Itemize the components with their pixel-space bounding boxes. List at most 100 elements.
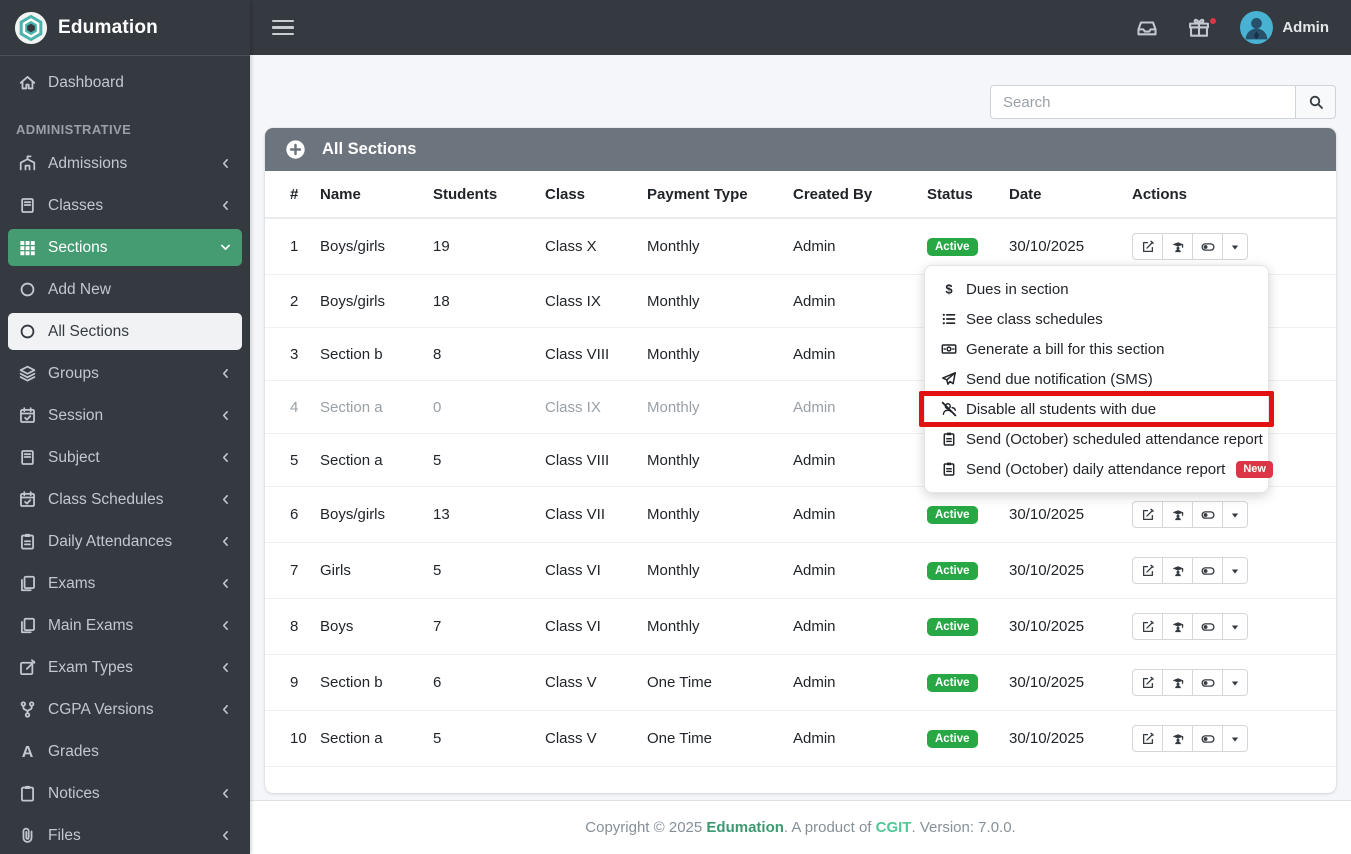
dropdown-menu-item[interactable]: See class schedules — [925, 304, 1268, 334]
students-button[interactable] — [1162, 233, 1192, 260]
cell-payment-type: Monthly — [647, 327, 793, 381]
user-name: Admin — [1282, 19, 1329, 36]
table-row: 8 Boys 7 Class VI Monthly Admin Active 3… — [265, 598, 1336, 655]
row-actions — [1132, 233, 1248, 260]
more-actions-button[interactable] — [1222, 233, 1248, 260]
toggle-icon — [1199, 506, 1216, 523]
more-actions-button[interactable] — [1222, 557, 1248, 584]
sidebar-item[interactable]: Session — [8, 397, 242, 434]
edit-section-button[interactable] — [1132, 557, 1162, 584]
edit-section-button[interactable] — [1132, 233, 1162, 260]
edit-icon — [1139, 506, 1156, 523]
status-badge: Active — [927, 238, 978, 256]
cell-payment-type: Monthly — [647, 542, 793, 599]
caret-down-icon — [1227, 506, 1244, 523]
cell-class: Class VII — [545, 486, 647, 543]
toggle-status-button[interactable] — [1192, 613, 1222, 640]
cell-name: Boys/girls — [320, 274, 433, 328]
edit-section-button[interactable] — [1132, 501, 1162, 528]
toggle-icon — [1199, 618, 1216, 635]
sidebar-item[interactable]: A Grades — [8, 733, 242, 770]
edit-section-button[interactable] — [1132, 613, 1162, 640]
sidebar-item[interactable]: Exams — [8, 565, 242, 602]
dropdown-menu-item[interactable]: Send due notification (SMS) — [925, 364, 1268, 394]
cell-created-by: Admin — [793, 598, 927, 655]
students-button[interactable] — [1162, 613, 1192, 640]
sidebar-item-icon — [18, 532, 37, 551]
toggle-status-button[interactable] — [1192, 501, 1222, 528]
sidebar-item-icon: A — [18, 742, 37, 761]
edit-section-button[interactable] — [1132, 725, 1162, 752]
footer-company: CGIT — [875, 819, 912, 836]
toggle-status-button[interactable] — [1192, 557, 1222, 584]
sidebar-item-icon — [18, 238, 37, 257]
cell-date: 30/10/2025 — [1009, 486, 1132, 543]
chevron-icon — [219, 283, 232, 296]
sidebar-item[interactable]: Classes — [8, 187, 242, 224]
sidebar-item[interactable]: Notices — [8, 775, 242, 812]
sidebar-item[interactable]: Exam Types — [8, 649, 242, 686]
search-row — [265, 85, 1336, 119]
toggle-status-button[interactable] — [1192, 669, 1222, 696]
brand[interactable]: Edumation — [0, 0, 250, 56]
cell-students: 5 — [433, 433, 545, 487]
dropdown-menu-item[interactable]: $ Dues in section — [925, 274, 1268, 304]
table-head: # Name Students Class Payment Type Creat… — [265, 171, 1336, 219]
sidebar-item[interactable]: Files — [8, 817, 242, 854]
students-button[interactable] — [1162, 557, 1192, 584]
chevron-icon — [219, 241, 232, 254]
student-icon — [1169, 562, 1186, 579]
cell-class: Class V — [545, 710, 647, 767]
sidebar-item[interactable]: Admissions — [8, 145, 242, 182]
cell-class: Class IX — [545, 380, 647, 434]
menu-item-label: Send (October) daily attendance report — [966, 460, 1226, 478]
avatar — [1240, 11, 1274, 44]
gift-icon[interactable] — [1188, 17, 1217, 39]
search-input[interactable] — [990, 85, 1296, 119]
more-actions-button[interactable] — [1222, 725, 1248, 752]
sidebar-item[interactable]: CGPA Versions — [8, 691, 242, 728]
sidebar-item[interactable]: Subject — [8, 439, 242, 476]
sidebar-item[interactable]: All Sections — [8, 313, 242, 350]
sidebar-item-label: Classes — [48, 196, 104, 214]
cell-payment-type: One Time — [647, 710, 793, 767]
sidebar-item[interactable]: Class Schedules — [8, 481, 242, 518]
edit-section-button[interactable] — [1132, 669, 1162, 696]
cell-name: Boys — [320, 598, 433, 655]
table-row: 7 Girls 5 Class VI Monthly Admin Active … — [265, 542, 1336, 599]
toggle-status-button[interactable] — [1192, 725, 1222, 752]
search-button[interactable] — [1296, 85, 1336, 119]
students-button[interactable] — [1162, 669, 1192, 696]
sidebar-item[interactable]: Sections — [8, 229, 242, 266]
cell-created-by: Admin — [793, 433, 927, 487]
chevron-icon — [219, 619, 232, 632]
user-menu[interactable]: Admin — [1240, 11, 1329, 44]
menu-item-icon — [941, 431, 957, 447]
cell-number: 5 — [265, 433, 320, 487]
students-button[interactable] — [1162, 501, 1192, 528]
more-actions-button[interactable] — [1222, 669, 1248, 696]
students-button[interactable] — [1162, 725, 1192, 752]
sidebar-item[interactable]: Add New — [8, 271, 242, 308]
inbox-icon[interactable] — [1136, 17, 1158, 39]
cell-number: 1 — [265, 218, 320, 275]
dropdown-menu-item[interactable]: Send (October) scheduled attendance repo… — [925, 424, 1268, 454]
cell-payment-type: Monthly — [647, 380, 793, 434]
column-header: Class — [545, 171, 647, 219]
dropdown-menu-item[interactable]: Send (October) daily attendance report N… — [925, 454, 1273, 484]
sidebar-item[interactable]: Daily Attendances — [8, 523, 242, 560]
new-badge: New — [1236, 460, 1273, 478]
sidebar-item[interactable]: Groups — [8, 355, 242, 392]
dropdown-menu-item[interactable]: Generate a bill for this section — [925, 334, 1268, 364]
more-actions-button[interactable] — [1222, 501, 1248, 528]
chevron-icon — [219, 367, 232, 380]
sidebar-item[interactable]: Main Exams — [8, 607, 242, 644]
more-actions-button[interactable] — [1222, 613, 1248, 640]
toggle-status-button[interactable] — [1192, 233, 1222, 260]
menu-toggle-icon[interactable] — [272, 19, 294, 36]
sidebar-top-list: Dashboard — [8, 64, 242, 101]
sidebar-item-icon — [18, 154, 37, 173]
sidebar-item[interactable]: Dashboard — [8, 64, 242, 101]
add-section-icon[interactable] — [285, 139, 306, 160]
dropdown-menu-item[interactable]: Disable all students with due — [919, 391, 1274, 427]
